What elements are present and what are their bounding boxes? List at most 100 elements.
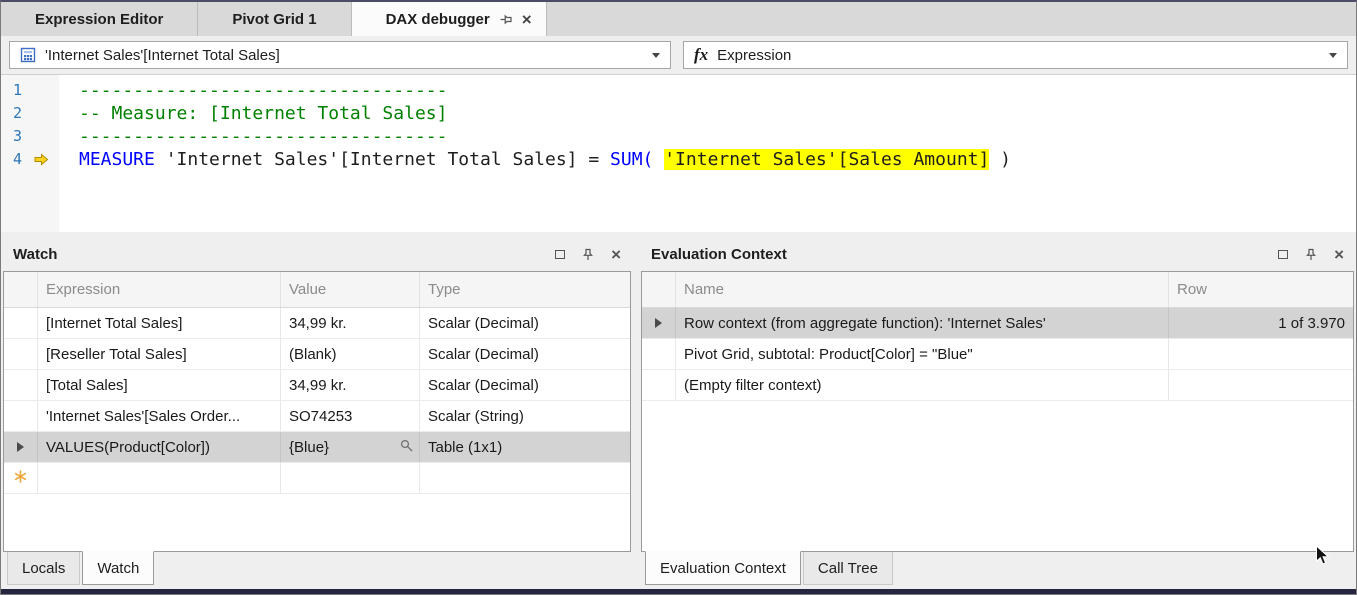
- watch-value-cell[interactable]: 34,99 kr.: [281, 308, 420, 338]
- tab-dax-debugger[interactable]: DAX debugger×: [352, 2, 547, 36]
- watch-expression-cell[interactable]: [Total Sales]: [38, 370, 281, 400]
- watch-row[interactable]: VALUES(Product[Color]){Blue}Table (1x1): [4, 432, 630, 463]
- row-marker-cell: [4, 401, 38, 431]
- watch-row[interactable]: [Reseller Total Sales](Blank)Scalar (Dec…: [4, 339, 630, 370]
- watch-value-cell[interactable]: (Blank): [281, 339, 420, 369]
- evaluation-context-row[interactable]: Pivot Grid, subtotal: Product[Color] = "…: [642, 339, 1353, 370]
- watch-tabs: LocalsWatch: [3, 552, 631, 585]
- pin-icon[interactable]: [1305, 248, 1317, 261]
- editor-lines: 1----------------------------------2-- M…: [1, 79, 1356, 171]
- tab-expression-editor[interactable]: Expression Editor: [1, 2, 198, 36]
- maximize-icon[interactable]: [555, 250, 565, 259]
- watch-grid: Expression Value Type [Internet Total Sa…: [3, 271, 631, 552]
- new-watch-star-icon: [14, 470, 27, 487]
- maximize-icon[interactable]: [1278, 250, 1288, 259]
- editor-gutter: 1: [1, 79, 59, 102]
- watch-expression-cell[interactable]: [Reseller Total Sales]: [38, 339, 281, 369]
- watch-value-cell[interactable]: {Blue}: [281, 432, 420, 462]
- eval-tab-call-tree[interactable]: Call Tree: [803, 552, 893, 585]
- eval-tab-evaluation-context[interactable]: Evaluation Context: [645, 551, 801, 585]
- pin-icon[interactable]: [582, 248, 594, 261]
- evaluation-context-title: Evaluation Context: [651, 246, 787, 263]
- watch-grid-header: Expression Value Type: [4, 272, 630, 308]
- measure-combo[interactable]: 'Internet Sales'[Internet Total Sales]: [9, 41, 671, 69]
- eval-tabs: Evaluation ContextCall Tree: [641, 552, 1354, 585]
- watch-row[interactable]: [Internet Total Sales]34,99 kr.Scalar (D…: [4, 308, 630, 339]
- current-row-arrow-icon: [17, 442, 24, 452]
- row-marker-cell: [4, 463, 38, 493]
- dax-debugger-window: Expression Editor Pivot Grid 1 DAX debugge…: [0, 0, 1357, 595]
- value-column-header: Value: [281, 272, 420, 307]
- watch-tab-locals[interactable]: Locals: [7, 552, 80, 585]
- tab-label: Expression Editor: [35, 11, 163, 28]
- watch-row[interactable]: 'Internet Sales'[Sales Order...SO74253Sc…: [4, 401, 630, 432]
- row-marker-cell: [642, 370, 676, 400]
- context-name-cell[interactable]: (Empty filter context): [676, 370, 1169, 400]
- watch-value-cell[interactable]: SO74253: [281, 401, 420, 431]
- tab-label: Pivot Grid 1: [232, 11, 316, 28]
- close-icon[interactable]: ×: [522, 11, 532, 28]
- watch-type-cell: Scalar (Decimal): [420, 370, 630, 400]
- watch-value-cell[interactable]: [281, 463, 420, 493]
- measure-icon: [20, 47, 36, 63]
- row-marker-cell: [642, 339, 676, 369]
- editor-gutter: 2: [1, 102, 59, 125]
- row-marker-cell: [4, 370, 38, 400]
- chevron-down-icon[interactable]: [652, 53, 660, 58]
- pin-icon[interactable]: [500, 13, 512, 26]
- watch-tab-watch[interactable]: Watch: [82, 551, 154, 585]
- name-column-header: Name: [676, 272, 1169, 307]
- watch-expression-cell[interactable]: [Internet Total Sales]: [38, 308, 281, 338]
- tool-panels: Watch × Expression Value Type [Internet …: [1, 232, 1356, 589]
- watch-panel-title: Watch: [13, 246, 57, 263]
- context-name-cell[interactable]: Pivot Grid, subtotal: Product[Color] = "…: [676, 339, 1169, 369]
- expression-combo-value: Expression: [717, 47, 791, 64]
- line-number: 3: [1, 125, 22, 148]
- evaluation-context-titlebar: Evaluation Context ×: [641, 238, 1354, 271]
- code-text: ----------------------------------: [59, 79, 447, 102]
- context-row-cell: [1169, 370, 1353, 400]
- row-marker-cell: [642, 308, 676, 338]
- marker-column-header: [642, 272, 676, 307]
- row-marker-cell: [4, 339, 38, 369]
- row-marker-cell: [4, 432, 38, 462]
- context-row-cell: 1 of 3.970: [1169, 308, 1353, 338]
- window-bottom-edge: [1, 589, 1356, 594]
- watch-panel-titlebar: Watch ×: [3, 238, 631, 271]
- watch-type-cell: Scalar (Decimal): [420, 339, 630, 369]
- tab-bar: Expression Editor Pivot Grid 1 DAX debugge…: [1, 2, 1356, 36]
- fx-icon: fx: [694, 45, 708, 65]
- close-icon[interactable]: ×: [611, 246, 621, 263]
- watch-expression-cell[interactable]: [38, 463, 281, 493]
- row-column-header: Row: [1169, 272, 1353, 307]
- watch-panel-controls: ×: [555, 246, 621, 263]
- context-name-cell[interactable]: Row context (from aggregate function): '…: [676, 308, 1169, 338]
- editor-gutter: 4: [1, 148, 59, 171]
- evaluation-context-controls: ×: [1278, 246, 1344, 263]
- tab-pivot-grid-1[interactable]: Pivot Grid 1: [198, 2, 351, 36]
- code-editor[interactable]: 1----------------------------------2-- M…: [1, 74, 1356, 232]
- watch-row[interactable]: [Total Sales]34,99 kr.Scalar (Decimal): [4, 370, 630, 401]
- code-line: 3----------------------------------: [1, 125, 1356, 148]
- close-icon[interactable]: ×: [1334, 246, 1344, 263]
- watch-expression-cell[interactable]: VALUES(Product[Color]): [38, 432, 281, 462]
- chevron-down-icon[interactable]: [1329, 53, 1337, 58]
- evaluation-context-panel: Evaluation Context × Name Row Row contex…: [641, 238, 1354, 589]
- evaluation-context-row[interactable]: (Empty filter context): [642, 370, 1353, 401]
- toolbar: 'Internet Sales'[Internet Total Sales] f…: [1, 36, 1356, 74]
- watch-type-cell: Table (1x1): [420, 432, 630, 462]
- editor-gutter: 3: [1, 125, 59, 148]
- magnifier-icon[interactable]: [400, 439, 413, 456]
- watch-expression-cell[interactable]: 'Internet Sales'[Sales Order...: [38, 401, 281, 431]
- code-text: MEASURE 'Internet Sales'[Internet Total …: [59, 148, 1011, 171]
- eval-rows: Row context (from aggregate function): '…: [642, 308, 1353, 401]
- code-line: 1----------------------------------: [1, 79, 1356, 102]
- expression-combo[interactable]: fx Expression: [683, 41, 1348, 69]
- evaluation-context-row[interactable]: Row context (from aggregate function): '…: [642, 308, 1353, 339]
- type-column-header: Type: [420, 272, 630, 307]
- row-marker-cell: [4, 308, 38, 338]
- current-row-arrow-icon: [655, 318, 662, 328]
- watch-value-cell[interactable]: 34,99 kr.: [281, 370, 420, 400]
- watch-row[interactable]: [4, 463, 630, 494]
- line-number: 2: [1, 102, 22, 125]
